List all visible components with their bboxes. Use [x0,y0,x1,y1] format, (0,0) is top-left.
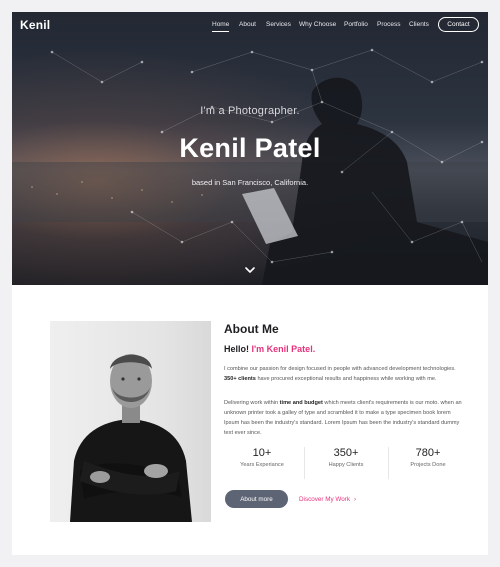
contact-button[interactable]: Contact [438,17,479,32]
about-hello: Hello! I'm Kenil Patel. [224,344,315,354]
discover-work-link[interactable]: Discover My Work › [299,496,356,503]
nav-item-why-choose[interactable]: Why Choose [299,21,336,28]
nav-item-home[interactable]: Home [212,21,230,32]
stat-clients-label: Happy Clients [328,462,364,468]
hero-section: Kenil Home About Services Why Choose Por… [12,12,488,285]
p2-bold-time-budget: time and budget [279,400,323,406]
stat-projects-label: Projects Done [410,462,446,468]
stat-years-label: Years Experiance [240,462,284,468]
stat-divider [388,447,389,479]
hero-location: based in San Francisco, California. [191,178,309,187]
p2-text-a: Delivering work within [224,400,279,406]
stat-divider [304,447,305,479]
nav-item-portfolio[interactable]: Portfolio [344,21,368,28]
about-heading: About Me [224,322,279,336]
hero-name: Kenil Patel [179,133,321,163]
about-more-button[interactable]: About more [225,490,288,508]
hello-name: I'm Kenil Patel. [251,344,316,354]
hero-typed-subtitle: I'm a Photographer. [200,105,300,117]
discover-work-label: Discover My Work [299,496,350,503]
hello-prefix: Hello! [224,344,250,354]
nav-item-clients[interactable]: Clients [409,21,429,28]
scroll-down-chevron-icon[interactable] [243,265,257,275]
stat-projects-value: 780+ [415,447,441,459]
about-paragraph-2: Delivering work within time and budget w… [224,398,464,438]
profile-portrait-image [50,321,211,522]
stats-row: 10+ Years Experiance 350+ Happy Clients … [224,447,464,479]
chevron-right-icon: › [353,496,357,503]
stat-projects: 780+ Projects Done [390,447,466,468]
site-logo[interactable]: Kenil [20,18,50,32]
p1-text-a: I combine our passion for design focused… [224,366,456,372]
p1-text-c: have procured exceptional results and ha… [257,376,437,382]
page-frame: Kenil Home About Services Why Choose Por… [12,12,488,555]
nav-item-about[interactable]: About [239,21,256,28]
stat-years-value: 10+ [252,447,272,459]
nav-item-process[interactable]: Process [377,21,400,28]
about-paragraph-1: I combine our passion for design focused… [224,364,464,384]
p1-bold-clients: 350+ clients [224,376,256,382]
stat-clients: 350+ Happy Clients [308,447,384,468]
nav-item-services[interactable]: Services [266,21,291,28]
stat-clients-value: 350+ [333,447,359,459]
top-navigation: Kenil Home About Services Why Choose Por… [12,12,488,38]
stat-years: 10+ Years Experiance [224,447,300,468]
